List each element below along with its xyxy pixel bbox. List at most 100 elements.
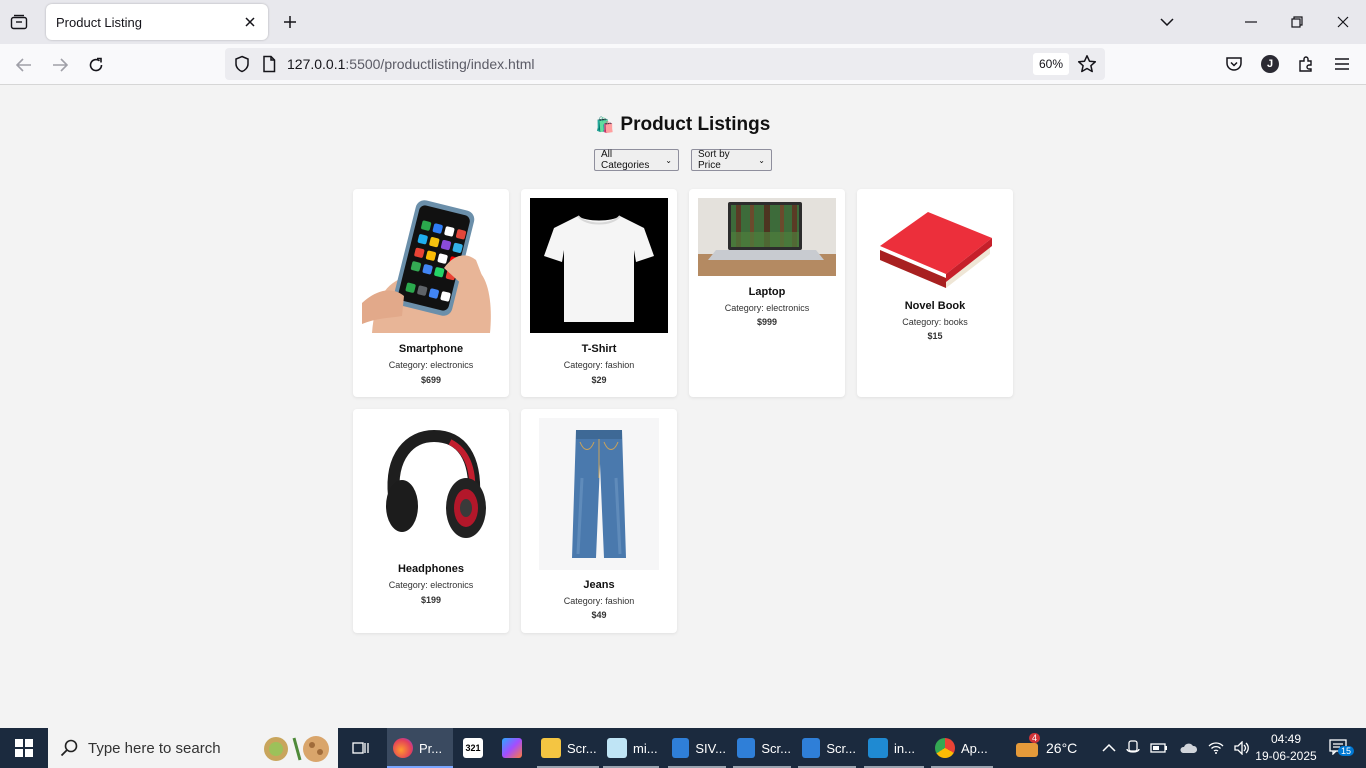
taskbar-item-label: Scr... bbox=[761, 740, 791, 756]
taskbar-item-firefox[interactable]: Pr... bbox=[387, 728, 453, 768]
product-card[interactable]: Novel Book Category: books $15 bbox=[857, 189, 1013, 397]
photos-icon bbox=[802, 738, 821, 758]
bookmark-star-icon[interactable] bbox=[1077, 54, 1097, 74]
product-price: $49 bbox=[591, 610, 607, 620]
clock-date: 19-06-2025 bbox=[1255, 749, 1317, 763]
forward-icon[interactable] bbox=[47, 52, 73, 78]
back-icon[interactable] bbox=[11, 52, 37, 78]
taskbar-item-explorer[interactable]: Scr... bbox=[537, 728, 599, 768]
product-price: $999 bbox=[756, 317, 778, 327]
taskbar-item-label: in... bbox=[894, 740, 915, 756]
product-card[interactable]: Headphones Category: electronics $199 bbox=[353, 409, 509, 633]
zoom-level-button[interactable]: 60% bbox=[1033, 53, 1070, 75]
product-price: $29 bbox=[591, 375, 607, 385]
taskbar-item-notepad[interactable]: mi... bbox=[603, 728, 659, 768]
taskbar-clock[interactable]: 04:49 19-06-2025 bbox=[1254, 731, 1318, 765]
product-category: Category: fashion bbox=[563, 360, 635, 370]
product-category: Category: electronics bbox=[388, 580, 474, 590]
account-initial: J bbox=[1261, 55, 1279, 73]
product-card[interactable]: Laptop Category: electronics $999 bbox=[689, 189, 845, 397]
taskbar-item-calendar[interactable]: 321 bbox=[463, 728, 487, 768]
product-name: T-Shirt bbox=[581, 343, 617, 355]
product-category: Category: electronics bbox=[388, 360, 474, 370]
meet-now-icon[interactable] bbox=[1126, 740, 1140, 756]
browser-nav-bar: 127.0.0.1:5500/productlisting/index.html… bbox=[0, 44, 1366, 85]
weather-badge: 4 bbox=[1029, 733, 1041, 743]
smartphone-image bbox=[362, 198, 500, 333]
windows-taskbar: Type here to search Pr... 321 Scr... mi.… bbox=[0, 728, 1366, 768]
taskbar-item-label: Scr... bbox=[567, 740, 597, 756]
page-title-text: Product Listings bbox=[620, 114, 771, 135]
calendar-app-icon: 321 bbox=[463, 738, 483, 758]
reload-icon[interactable] bbox=[83, 52, 109, 78]
photos-icon bbox=[737, 738, 756, 758]
task-view-icon[interactable] bbox=[346, 728, 376, 768]
taskbar-item-photos-1[interactable]: SIV... bbox=[668, 728, 726, 768]
category-filter-select[interactable]: All Categories ⌄ bbox=[594, 149, 679, 171]
product-category: Category: electronics bbox=[724, 303, 810, 313]
notepad-icon bbox=[607, 738, 627, 758]
copilot-icon bbox=[502, 738, 522, 758]
page-info-icon[interactable] bbox=[261, 55, 277, 73]
taskbar-item-label: SIV... bbox=[695, 740, 726, 756]
battery-icon[interactable] bbox=[1150, 742, 1168, 754]
address-bar[interactable]: 127.0.0.1:5500/productlisting/index.html… bbox=[225, 48, 1105, 80]
product-price: $199 bbox=[420, 595, 442, 605]
taskbar-item-label: Scr... bbox=[826, 740, 856, 756]
file-explorer-icon bbox=[541, 738, 561, 758]
chrome-icon bbox=[935, 738, 955, 758]
tab-list-icon[interactable] bbox=[8, 11, 30, 33]
list-all-tabs-icon[interactable] bbox=[1153, 8, 1181, 36]
restore-icon[interactable] bbox=[1283, 8, 1311, 36]
headphones-image bbox=[362, 418, 500, 554]
product-name: Laptop bbox=[748, 286, 786, 298]
volume-icon[interactable] bbox=[1234, 741, 1250, 755]
minimize-icon[interactable] bbox=[1237, 8, 1265, 36]
chevron-up-icon[interactable] bbox=[1102, 743, 1116, 753]
shopping-bags-icon: 🛍️ bbox=[595, 117, 615, 134]
taskbar-item-copilot[interactable] bbox=[502, 728, 526, 768]
weather-widget[interactable]: 4 26°C bbox=[1016, 728, 1077, 768]
product-name: Jeans bbox=[583, 579, 615, 591]
taskbar-item-label: Pr... bbox=[419, 740, 443, 756]
search-icon bbox=[60, 739, 78, 757]
product-price: $699 bbox=[420, 375, 442, 385]
active-tab[interactable]: Product Listing bbox=[46, 4, 268, 40]
sort-price-select[interactable]: Sort by Price ⌄ bbox=[691, 149, 772, 171]
weather-icon: 4 bbox=[1016, 733, 1041, 759]
book-image bbox=[866, 198, 1004, 290]
product-card[interactable]: Jeans Category: fashion $49 bbox=[521, 409, 677, 633]
chevron-down-icon: ⌄ bbox=[758, 155, 765, 165]
weather-temperature: 26°C bbox=[1046, 740, 1078, 756]
close-tab-icon[interactable] bbox=[242, 14, 258, 30]
url-host: 127.0.0.1 bbox=[287, 56, 346, 72]
product-name: Headphones bbox=[397, 563, 464, 575]
chevron-down-icon: ⌄ bbox=[665, 155, 672, 165]
product-name: Smartphone bbox=[398, 343, 464, 355]
taskbar-item-photos-3[interactable]: Scr... bbox=[798, 728, 856, 768]
product-card[interactable]: T-Shirt Category: fashion $29 bbox=[521, 189, 677, 397]
close-window-icon[interactable] bbox=[1329, 8, 1357, 36]
onedrive-cloud-icon[interactable] bbox=[1178, 742, 1198, 754]
page-viewport: 🛍️ Product Listings All Categories ⌄ Sort … bbox=[0, 85, 1366, 728]
system-tray bbox=[1102, 728, 1250, 768]
taskbar-search-box[interactable]: Type here to search bbox=[48, 728, 338, 768]
notification-center-icon[interactable]: 15 bbox=[1324, 728, 1355, 768]
taskbar-item-vscode[interactable]: in... bbox=[864, 728, 924, 768]
menu-hamburger-icon[interactable] bbox=[1330, 52, 1354, 76]
windows-start-icon[interactable] bbox=[0, 728, 48, 768]
tracking-protection-shield-icon[interactable] bbox=[233, 55, 251, 73]
wifi-icon[interactable] bbox=[1208, 741, 1224, 755]
page-title: 🛍️ Product Listings bbox=[0, 114, 1366, 136]
product-price: $15 bbox=[927, 331, 943, 341]
product-card[interactable]: Smartphone Category: electronics $699 bbox=[353, 189, 509, 397]
account-avatar[interactable]: J bbox=[1258, 52, 1282, 76]
pocket-icon[interactable] bbox=[1222, 52, 1246, 76]
taskbar-item-chrome[interactable]: Ap... bbox=[931, 728, 993, 768]
browser-tab-strip: Product Listing bbox=[0, 0, 1366, 44]
clock-time: 04:49 bbox=[1270, 732, 1302, 746]
extensions-icon[interactable] bbox=[1294, 52, 1318, 76]
new-tab-icon[interactable] bbox=[279, 11, 301, 33]
taskbar-item-photos-2[interactable]: Scr... bbox=[733, 728, 791, 768]
url-text[interactable]: 127.0.0.1:5500/productlisting/index.html bbox=[287, 56, 535, 72]
